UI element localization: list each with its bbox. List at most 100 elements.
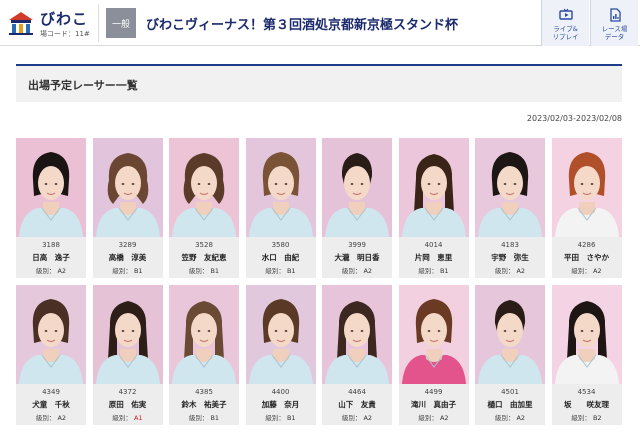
racer-photo[interactable]: [92, 285, 163, 384]
racer-photo[interactable]: [322, 285, 392, 384]
racer-class-label: 級別：: [571, 414, 591, 422]
racer-card[interactable]: 3188 日高 逸子 級別： A2: [16, 138, 86, 278]
racer-name[interactable]: 犬童 千秋: [16, 399, 86, 410]
racer-number: 4372: [118, 388, 137, 396]
venue-data-label: レース場 データ: [601, 25, 628, 41]
venue-name: びわこ: [40, 10, 89, 28]
racer-name[interactable]: 日高 逸子: [16, 252, 86, 263]
venue-logo-icon: [9, 12, 33, 35]
racer-name[interactable]: 樋口 由加里: [475, 399, 545, 410]
racer-number: 4349: [42, 388, 60, 396]
racer-class-value: B1: [208, 267, 220, 275]
racer-portrait: [92, 138, 163, 237]
racer-name[interactable]: 大瀧 明日香: [322, 252, 392, 263]
racer-name[interactable]: 山下 友貴: [322, 399, 392, 410]
racer-card[interactable]: 4499 滝川 真由子 級別： A2: [398, 285, 469, 425]
venue-data-button[interactable]: レース場 データ: [590, 0, 638, 46]
racer-card[interactable]: 4349 犬童 千秋級別： A2: [16, 285, 86, 425]
racer-card[interactable]: 4183 宇野 弥生 級別： A2: [475, 138, 545, 278]
racer-number: 4534: [577, 388, 596, 396]
racer-photo[interactable]: [322, 138, 392, 237]
racer-number: 3580: [271, 241, 290, 249]
racer-photo[interactable]: [475, 285, 545, 384]
racer-photo[interactable]: [169, 285, 239, 384]
racer-photo[interactable]: [475, 138, 545, 237]
racer-card[interactable]: 4464 山下 友貴 級別： A2: [322, 285, 392, 425]
racer-info: 4183 宇野 弥生 級別： A2: [475, 237, 545, 278]
racer-info: 4372 原田 佑実 級別： A1: [92, 384, 163, 425]
racer-class-value: B1: [284, 414, 296, 422]
live-replay-button[interactable]: ライブ& リプレイ: [541, 0, 589, 46]
racer-class: 級別： A2: [552, 265, 622, 275]
racer-class-value: B1: [208, 414, 220, 422]
racer-photo[interactable]: [245, 138, 316, 237]
racer-info: 4499 滝川 真由子 級別： A2: [398, 384, 469, 425]
racer-card[interactable]: 4014 片岡 恵里 級別： B1: [398, 138, 469, 278]
racer-class-label: 級別：: [112, 267, 132, 275]
racer-number: 3188: [42, 241, 60, 249]
racer-card[interactable]: 4400 加藤 奈月 級別： B1: [245, 285, 316, 425]
racer-portrait: [322, 285, 392, 384]
racer-number: 4464: [348, 388, 366, 396]
racer-photo[interactable]: [16, 285, 86, 384]
racer-class-label: 級別：: [418, 414, 438, 422]
racer-name[interactable]: 鈴木 祐美子: [169, 399, 239, 410]
live-replay-label: ライブ& リプレイ: [552, 25, 579, 41]
racer-card[interactable]: 4501 樋口 由加里 級別： A2: [475, 285, 545, 425]
racer-name[interactable]: 笠野 友紀恵: [169, 252, 239, 263]
racer-info: 3999 大瀧 明日香 級別： A2: [322, 237, 392, 278]
racer-photo[interactable]: [169, 138, 239, 237]
racer-card[interactable]: 4286 平田 さやか 級別： A2: [551, 138, 622, 278]
racer-photo[interactable]: [245, 285, 316, 384]
racer-class-value: A2: [514, 267, 526, 275]
racer-photo[interactable]: [16, 138, 86, 237]
racer-card[interactable]: 4372 原田 佑実 級別： A1: [92, 285, 163, 425]
racer-name[interactable]: 高橋 淳美: [93, 252, 163, 263]
racer-class: 級別： B1: [246, 265, 316, 275]
racer-class: 級別： A2: [475, 265, 545, 275]
racer-name[interactable]: 坂 咲友理: [552, 399, 622, 410]
racer-photo[interactable]: [551, 138, 622, 237]
racer-info: 4400 加藤 奈月 級別： B1: [245, 384, 316, 425]
racer-name[interactable]: 平田 さやか: [552, 252, 622, 263]
racer-class: 級別： B2: [552, 412, 622, 422]
racer-class-value: B1: [437, 267, 449, 275]
racer-class-value: A2: [55, 414, 67, 422]
racer-card[interactable]: 3289 高橋 淳美 級別： B1: [92, 138, 163, 278]
racer-card[interactable]: 4534 坂 咲友理級別： B2: [551, 285, 622, 425]
racer-card[interactable]: 3580 水口 由紀級別： B1: [245, 138, 316, 278]
racer-photo[interactable]: [92, 138, 163, 237]
racer-name[interactable]: 原田 佑実: [93, 399, 163, 410]
racer-class: 級別： A2: [322, 265, 392, 275]
racer-photo[interactable]: [398, 138, 469, 237]
racer-class-label: 級別：: [188, 414, 209, 422]
racer-number: 4501: [501, 388, 519, 396]
racer-name[interactable]: 水口 由紀: [246, 252, 316, 263]
racer-portrait: [245, 138, 316, 237]
racer-class-label: 級別：: [112, 414, 132, 422]
racer-name[interactable]: 滝川 真由子: [399, 399, 469, 410]
racer-class: 級別： A2: [475, 412, 545, 422]
racer-card[interactable]: 4385 鈴木 祐美子 級別： B1: [169, 285, 239, 425]
racer-class-label: 級別：: [341, 267, 362, 275]
date-range: 2023/02/03-2023/02/08: [526, 114, 622, 123]
racer-photo[interactable]: [398, 285, 469, 384]
racer-name[interactable]: 片岡 恵里: [399, 252, 469, 263]
racer-portrait: [16, 285, 86, 384]
racer-class-value: B1: [284, 267, 296, 275]
racer-class: 級別： A2: [399, 412, 469, 422]
header-divider: [98, 4, 99, 42]
racer-name[interactable]: 加藤 奈月: [246, 399, 316, 410]
racer-class-value: A2: [590, 267, 602, 275]
racer-name[interactable]: 宇野 弥生: [475, 252, 545, 263]
racer-card[interactable]: 3999 大瀧 明日香 級別： A2: [322, 138, 392, 278]
racer-portrait: [551, 138, 622, 237]
racer-card[interactable]: 3528 笠野 友紀恵 級別： B1: [169, 138, 239, 278]
racer-number: 4014: [424, 241, 443, 249]
racer-class: 級別： B1: [169, 265, 239, 275]
racer-portrait: [169, 285, 239, 384]
racer-number: 3999: [348, 241, 366, 249]
racer-photo[interactable]: [551, 285, 622, 384]
racer-class-label: 級別：: [35, 414, 56, 422]
venue-logo[interactable]: びわこ 場コード：11#: [6, 6, 96, 40]
